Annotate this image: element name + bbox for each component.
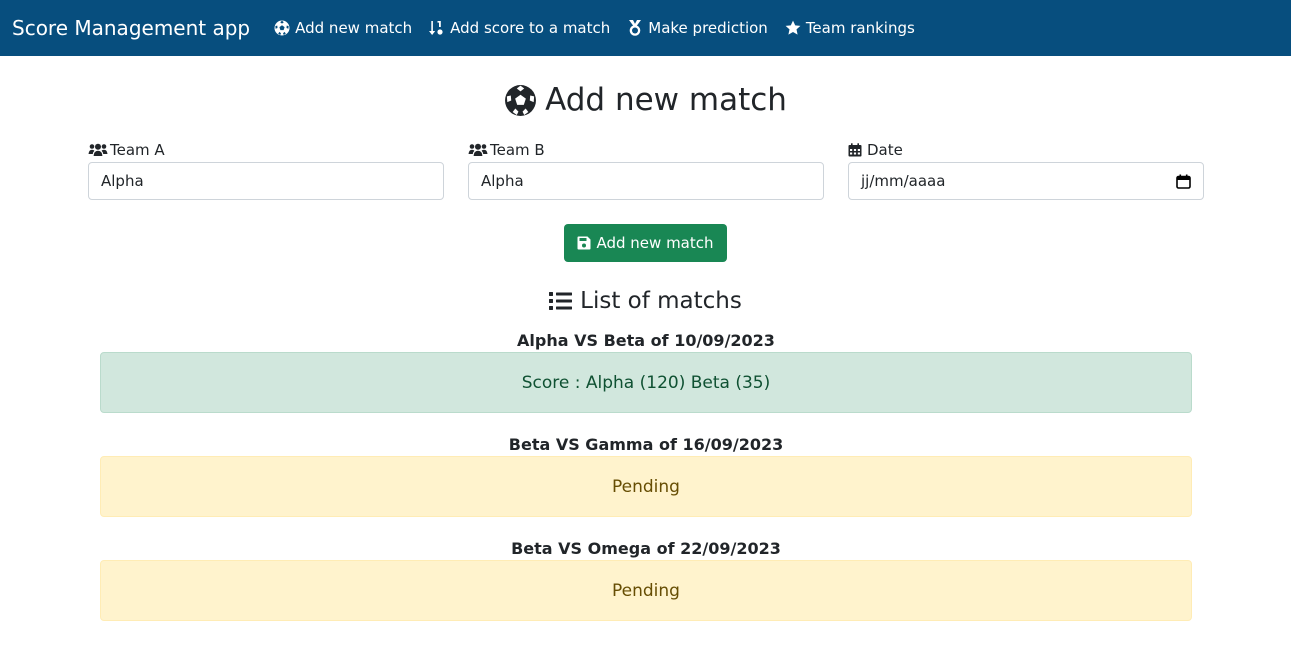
futbol-icon — [505, 84, 537, 116]
futbol-icon — [274, 20, 290, 36]
navbar-brand[interactable]: Score Management app — [12, 16, 250, 40]
nav-link-label: Team rankings — [805, 19, 915, 37]
date-field: Date jj/mm/aaaa — [848, 140, 1204, 200]
date-placeholder: jj/mm/aaaa — [861, 172, 946, 190]
add-new-match-button[interactable]: Add new match — [564, 224, 727, 262]
match-status: Pending — [612, 580, 680, 601]
match-title: Alpha VS Beta of 10/09/2023 — [517, 331, 775, 350]
star-icon — [785, 20, 801, 35]
date-input[interactable]: jj/mm/aaaa — [848, 162, 1204, 200]
match-title: Beta VS Omega of 22/09/2023 — [511, 539, 781, 558]
navbar: Score Management app Add new match Add s… — [0, 0, 1291, 56]
users-icon — [88, 143, 108, 156]
nav-link-label: Make prediction — [648, 19, 768, 37]
nav-link-team-rankings[interactable]: Team rankings — [785, 19, 915, 37]
team-a-label: Team A — [88, 140, 444, 160]
team-b-field: Team B Alpha — [468, 140, 824, 200]
match-item: Beta VS Omega of 22/09/2023 Pending — [100, 538, 1192, 621]
nav-link-add-new-match[interactable]: Add new match — [274, 19, 412, 37]
sort-numeric-icon — [429, 21, 443, 35]
match-list: Alpha VS Beta of 10/09/2023 Score : Alph… — [0, 330, 1291, 621]
match-status-alert: Pending — [100, 456, 1192, 517]
match-form: Team A Alpha Team B Alpha Date jj/mm/aaa… — [0, 140, 1291, 200]
match-title: Beta VS Gamma of 16/09/2023 — [508, 435, 784, 454]
add-new-match-button-label: Add new match — [596, 234, 714, 252]
main-content: Add new match Team A Alpha Team B Alpha … — [0, 80, 1291, 621]
nav-link-label: Add score to a match — [450, 19, 611, 37]
list-icon — [549, 292, 573, 310]
page-title-text: Add new match — [545, 82, 787, 118]
team-a-value: Alpha — [101, 172, 144, 190]
match-status-alert: Score : Alpha (120) Beta (35) — [100, 352, 1192, 413]
nav-link-label: Add new match — [295, 19, 413, 37]
save-icon — [577, 236, 591, 250]
team-b-select[interactable]: Alpha — [468, 162, 824, 200]
match-status: Pending — [612, 476, 680, 497]
users-icon — [468, 143, 488, 156]
date-label: Date — [848, 140, 1204, 160]
calendar-icon — [848, 143, 862, 157]
team-b-value: Alpha — [481, 172, 524, 190]
nav-link-add-score[interactable]: Add score to a match — [429, 19, 610, 37]
medal-icon — [629, 20, 642, 36]
team-b-label: Team B — [468, 140, 824, 160]
match-status-alert: Pending — [100, 560, 1192, 621]
list-title: List of matchs — [0, 286, 1291, 316]
team-a-select[interactable]: Alpha — [88, 162, 444, 200]
nav-link-make-prediction[interactable]: Make prediction — [627, 19, 768, 37]
team-a-field: Team A Alpha — [88, 140, 444, 200]
page-title: Add new match — [0, 80, 1291, 120]
calendar-picker-icon[interactable] — [1176, 174, 1191, 189]
match-item: Alpha VS Beta of 10/09/2023 Score : Alph… — [100, 330, 1192, 413]
match-item: Beta VS Gamma of 16/09/2023 Pending — [100, 434, 1192, 517]
match-status: Score : Alpha (120) Beta (35) — [521, 372, 771, 393]
list-title-text: List of matchs — [580, 288, 742, 314]
